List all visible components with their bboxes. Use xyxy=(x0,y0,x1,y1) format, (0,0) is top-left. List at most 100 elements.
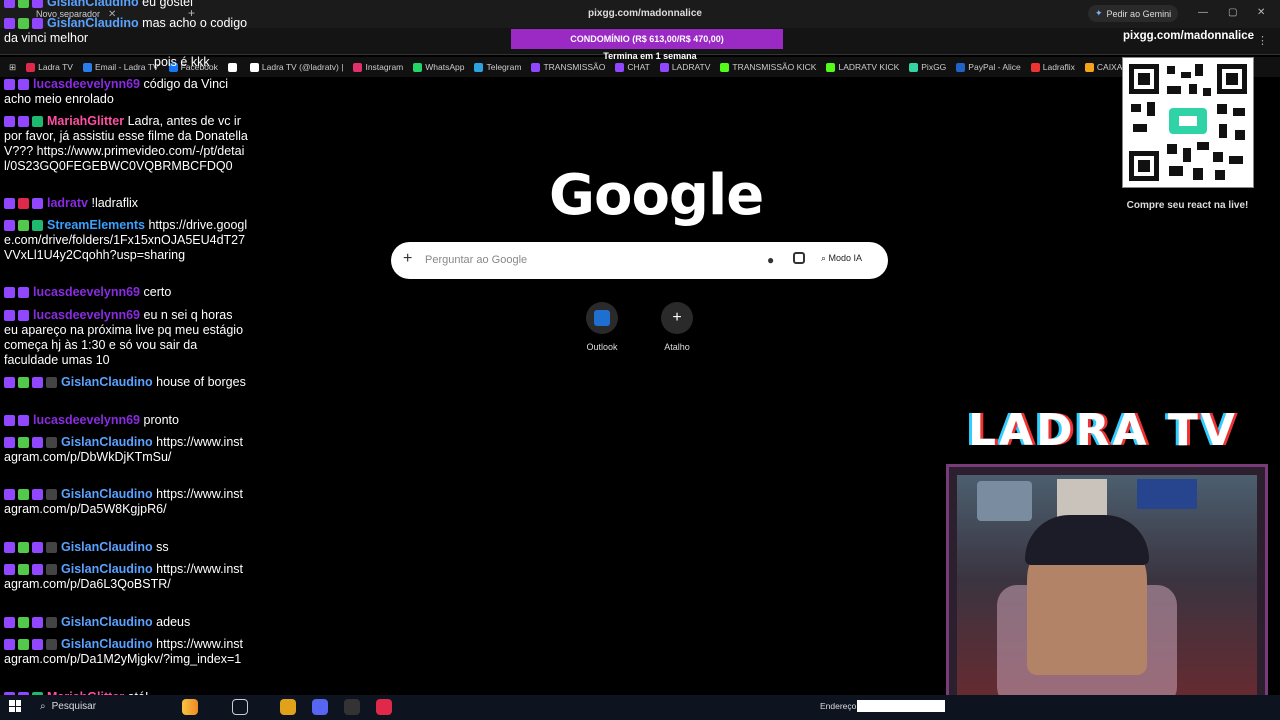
close-window-button[interactable]: ✕ xyxy=(1257,7,1265,18)
shortcut-outlook[interactable]: Outlook xyxy=(572,302,632,352)
streamlabs-icon[interactable] xyxy=(376,699,392,715)
badge-icon xyxy=(18,18,29,30)
chat-username[interactable]: GislanClaudino xyxy=(61,615,153,629)
bookmark-item[interactable]: LADRATV KICK xyxy=(821,62,904,72)
maximize-button[interactable]: ▢ xyxy=(1228,7,1237,18)
chat-message: GislanClaudino ss xyxy=(4,540,248,555)
chat-text: pois é kkk xyxy=(154,55,210,69)
bookmark-item[interactable]: TRANSMISSÃO KICK xyxy=(715,62,821,72)
bookmark-label: CHAT xyxy=(627,62,650,72)
qr-code-image xyxy=(1129,64,1247,181)
chat-badges xyxy=(4,437,57,449)
chat-username[interactable]: StreamElements xyxy=(47,218,145,232)
ai-mode-button[interactable]: ⌕ Modo IA xyxy=(821,253,862,264)
bookmark-icon xyxy=(413,62,423,72)
search-icon: ⌕ xyxy=(40,701,46,712)
chat-username[interactable]: GislanClaudino xyxy=(61,637,153,651)
badge-icon xyxy=(18,310,29,322)
bookmark-item[interactable]: CHAT xyxy=(610,62,655,72)
address-label: Endereço xyxy=(820,701,857,711)
chat-badges xyxy=(4,198,43,210)
chat-text: !ladraflix xyxy=(91,196,139,210)
add-icon[interactable]: + xyxy=(403,250,412,268)
chat-username[interactable]: GislanClaudino xyxy=(47,16,139,30)
bookmark-icon xyxy=(720,62,730,72)
bookmark-item[interactable]: PayPal - Alice xyxy=(951,62,1025,72)
taskbar-search-label: Pesquisar xyxy=(51,701,97,712)
bookmark-item[interactable]: Instagram xyxy=(348,62,408,72)
bookmark-item[interactable]: CAIXA xyxy=(1080,62,1128,72)
chat-badges xyxy=(4,377,57,389)
wall-picture xyxy=(1137,479,1197,509)
badge-icon xyxy=(18,377,29,389)
badge-icon xyxy=(4,415,15,427)
chat-username[interactable]: GislanClaudino xyxy=(61,435,153,449)
microphone-icon[interactable]: ● xyxy=(767,253,774,267)
chat-text: certo xyxy=(143,285,172,299)
search-input[interactable] xyxy=(425,250,745,270)
chat-message: GislanClaudino https://www.instagram.com… xyxy=(4,487,248,517)
chat-message: StreamElements https://drive.google.com/… xyxy=(4,218,248,263)
gemini-button[interactable]: ✦ Pedir ao Gemini xyxy=(1088,5,1179,22)
chat-message: GislanClaudino eu gostei xyxy=(4,0,248,10)
chat-message: MariahGlitter Ladra, antes de vc ir por … xyxy=(4,114,248,174)
chat-message: pois é kkk xyxy=(4,55,248,70)
chat-username[interactable]: MariahGlitter xyxy=(47,114,124,128)
chat-username[interactable]: GislanClaudino xyxy=(61,562,153,576)
chat-message: ladratv !ladraflix xyxy=(4,196,248,211)
chat-username[interactable]: GislanClaudino xyxy=(61,375,153,389)
windows-start-icon[interactable] xyxy=(9,700,21,712)
chat-badges xyxy=(4,18,43,30)
bookmark-item[interactable]: PixGG xyxy=(904,62,951,72)
chat-message: lucasdeevelynn69 certo xyxy=(4,285,248,300)
badge-icon xyxy=(18,437,29,449)
chat-message: lucasdeevelynn69 código da Vinci acho me… xyxy=(4,77,248,107)
badge-icon xyxy=(32,220,43,232)
address-field[interactable] xyxy=(857,700,945,712)
bookmark-item[interactable]: Ladra TV (@ladratv) | xyxy=(245,62,349,72)
bookmark-item[interactable]: LADRATV xyxy=(655,62,716,72)
badge-icon xyxy=(18,198,29,210)
badge-icon xyxy=(46,489,57,501)
chat-username[interactable]: ladratv xyxy=(47,196,88,210)
bookmark-item[interactable]: Ladraflix xyxy=(1026,62,1080,72)
badge-icon xyxy=(4,377,15,389)
task-view-icon[interactable] xyxy=(232,699,248,715)
bookmark-item[interactable]: Telegram xyxy=(469,62,526,72)
badge-icon xyxy=(4,116,15,128)
chat-username[interactable]: GislanClaudino xyxy=(47,0,139,9)
chat-username[interactable]: lucasdeevelynn69 xyxy=(33,308,140,322)
bookmark-label: Ladraflix xyxy=(1042,62,1075,72)
discord-icon[interactable] xyxy=(312,699,328,715)
chat-username[interactable]: GislanClaudino xyxy=(61,540,153,554)
chat-username[interactable]: lucasdeevelynn69 xyxy=(33,285,140,299)
shortcut-add[interactable]: + Atalho xyxy=(647,302,707,352)
chat-badges xyxy=(4,116,43,128)
badge-icon xyxy=(46,542,57,554)
widgets-icon[interactable] xyxy=(182,699,198,715)
minimize-button[interactable]: — xyxy=(1198,7,1208,18)
bookmark-item[interactable]: TRANSMISSÃO xyxy=(526,62,610,72)
chat-username[interactable]: lucasdeevelynn69 xyxy=(33,413,140,427)
shortcut-label: Outlook xyxy=(586,342,618,352)
chat-message: lucasdeevelynn69 pronto xyxy=(4,413,248,428)
chat-message: GislanClaudino https://www.instagram.com… xyxy=(4,637,248,667)
chat-badges xyxy=(4,617,57,629)
google-search-box[interactable]: + ● ⌕ Modo IA xyxy=(391,242,888,279)
chat-text: house of borges xyxy=(156,375,246,389)
bookmark-item[interactable]: WhatsApp xyxy=(408,62,469,72)
badge-icon xyxy=(18,617,29,629)
streamer-beanie xyxy=(1025,515,1149,565)
obs-icon[interactable] xyxy=(344,699,360,715)
chat-username[interactable]: lucasdeevelynn69 xyxy=(33,77,140,91)
taskbar-search[interactable]: ⌕ Pesquisar xyxy=(40,701,96,712)
chat-username[interactable]: GislanClaudino xyxy=(61,487,153,501)
chat-badges xyxy=(4,564,57,576)
bookmark-icon xyxy=(659,62,669,72)
bookmark-icon xyxy=(531,62,541,72)
bookmark-icon xyxy=(956,62,966,72)
chat-badges xyxy=(4,542,57,554)
google-lens-icon[interactable] xyxy=(793,252,805,264)
chrome-icon[interactable] xyxy=(280,699,296,715)
bookmark-icon xyxy=(353,62,363,72)
